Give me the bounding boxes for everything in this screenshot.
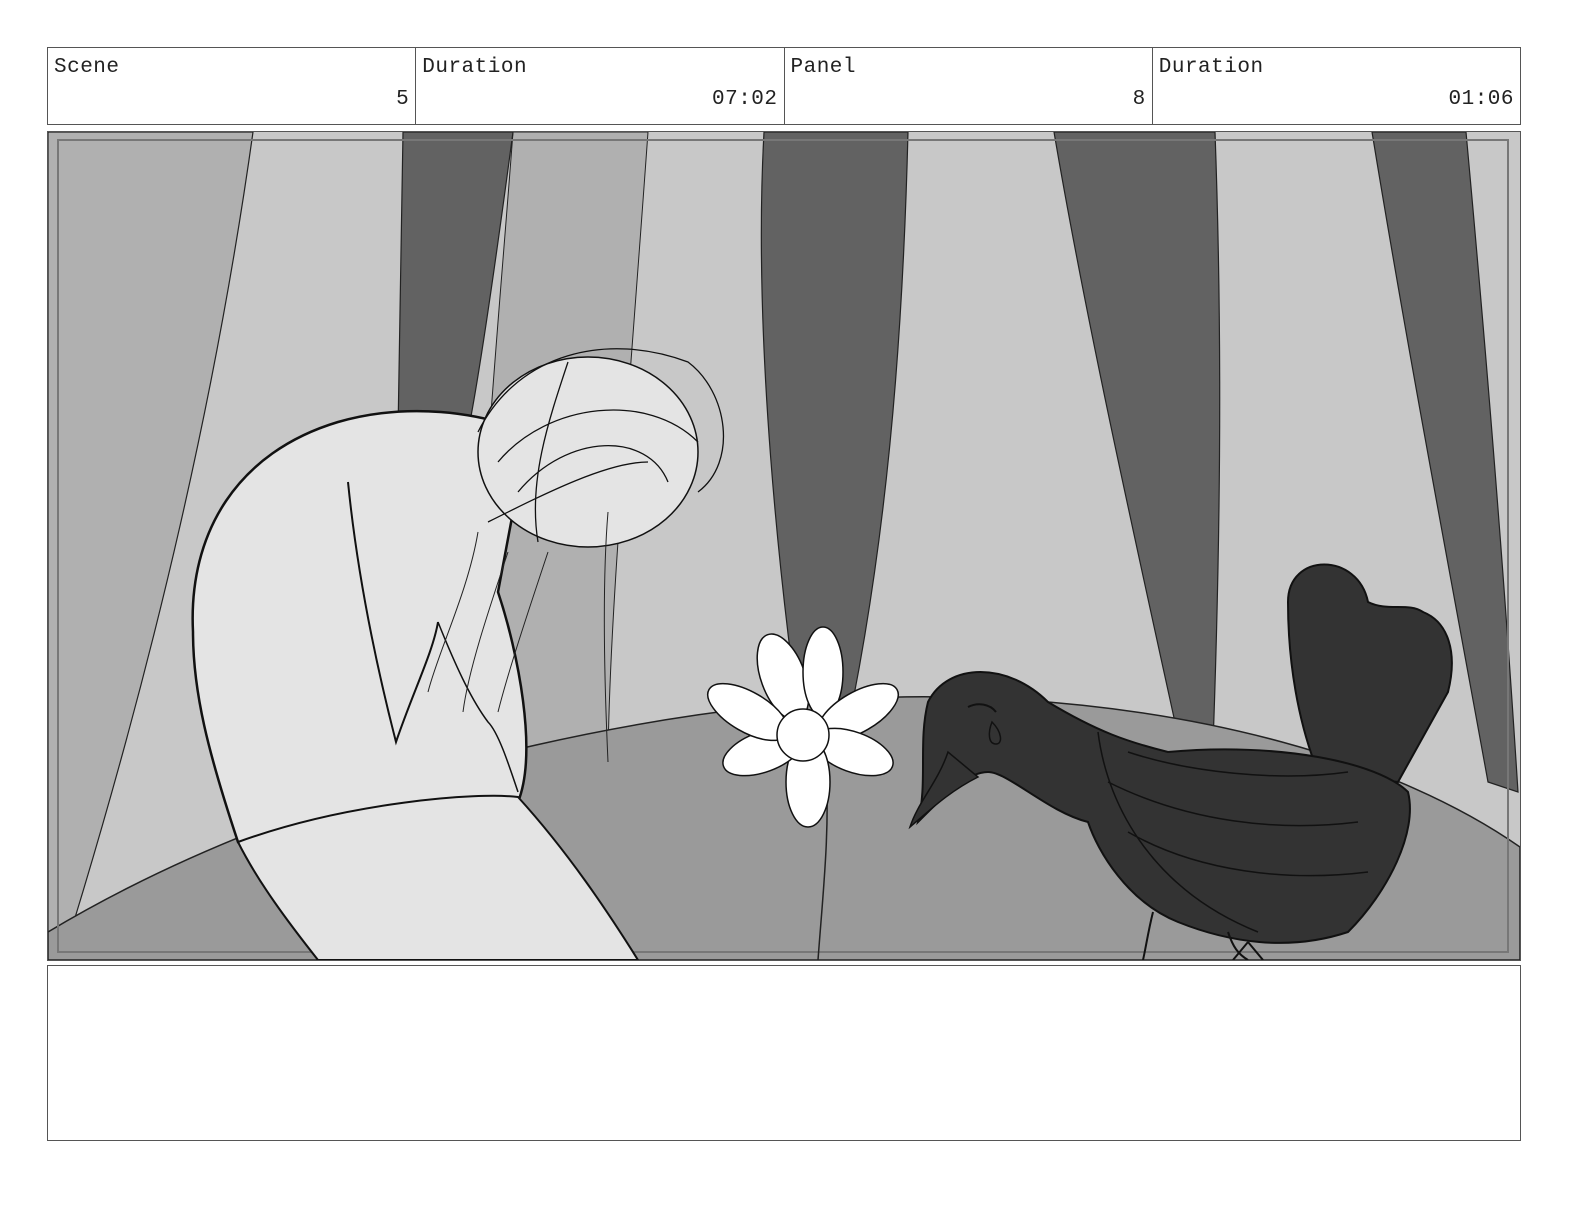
storyboard-frame [47, 131, 1521, 961]
flower-center [776, 708, 830, 762]
storyboard-drawing [48, 132, 1520, 960]
scene-duration-label: Duration [422, 56, 528, 79]
scene-duration-cell: Duration 07:02 [416, 48, 785, 124]
figure-head [477, 356, 699, 548]
panel-duration-cell: Duration 01:06 [1153, 48, 1520, 124]
panel-duration-value: 01:06 [1448, 88, 1514, 111]
scene-duration-value: 07:02 [711, 88, 778, 111]
panel-cell: Panel 8 [785, 48, 1153, 124]
panel-duration-label: Duration [1158, 56, 1264, 79]
action-notes-box [47, 965, 1521, 1141]
panel-number: 8 [1132, 88, 1146, 111]
panel-header: Scene 5 Duration 07:02 Panel 8 Duration … [47, 47, 1521, 125]
scene-number: 5 [396, 88, 410, 111]
scene-label: Scene [54, 56, 120, 79]
scene-cell: Scene 5 [48, 48, 417, 124]
panel-label: Panel [790, 56, 857, 79]
